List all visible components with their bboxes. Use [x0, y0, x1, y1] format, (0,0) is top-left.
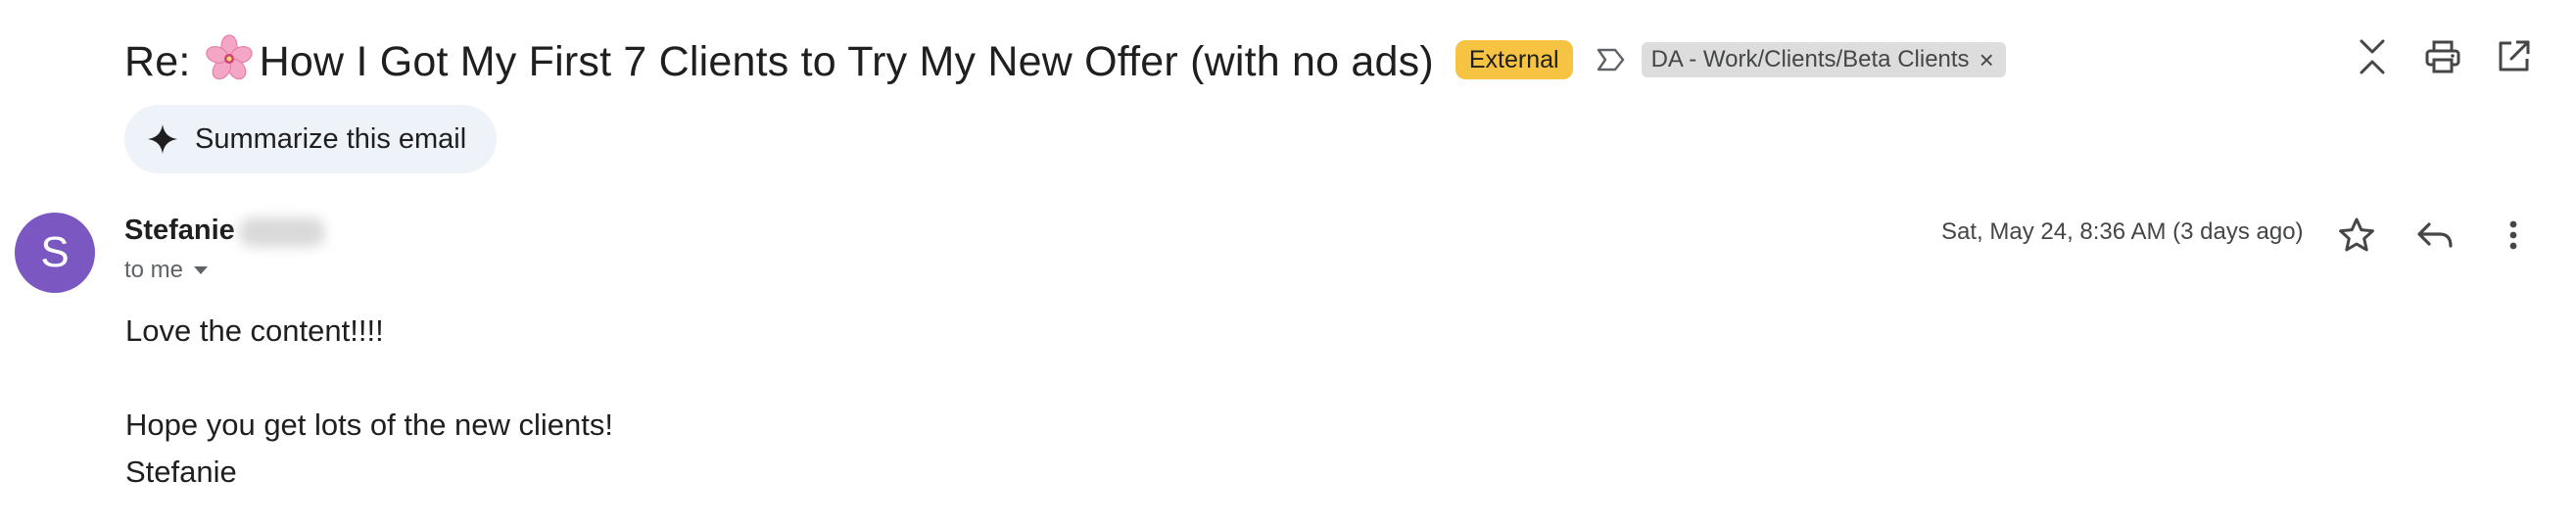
sparkle-icon — [148, 124, 177, 154]
open-in-new-window-button[interactable] — [2494, 37, 2533, 76]
external-badge: External — [1455, 40, 1573, 79]
recipient-details-toggle[interactable]: to me — [124, 257, 209, 284]
sender-name[interactable]: Stefanie — [124, 215, 235, 247]
label-chip-text: DA - Work/Clients/Beta Clients — [1650, 46, 1970, 72]
recipient-label: to me — [124, 257, 184, 283]
label-arrow-icon[interactable] — [1595, 45, 1628, 74]
chevron-down-icon — [194, 266, 209, 274]
body-line: Hope you get lots of the new clients! — [125, 408, 614, 442]
avatar[interactable]: S — [15, 213, 95, 293]
print-button[interactable] — [2423, 37, 2462, 76]
summarize-email-button[interactable]: Summarize this email — [124, 105, 497, 173]
open-in-new-window-icon — [2499, 40, 2530, 72]
email-subject: Re: How I Got My First 7 Clients to Try … — [124, 33, 1434, 86]
email-date: Sat, May 24, 8:36 AM (3 days ago) — [1941, 218, 2304, 245]
star-button[interactable] — [2335, 214, 2378, 257]
more-options-button[interactable] — [2492, 214, 2535, 257]
reply-icon — [2417, 222, 2453, 248]
more-vertical-icon — [2509, 220, 2517, 250]
star-icon — [2339, 217, 2374, 252]
sender-surname-redacted — [239, 217, 325, 247]
collapse-all-button[interactable] — [2353, 37, 2392, 76]
label-remove-button[interactable]: × — [1980, 42, 1994, 77]
collapse-all-icon — [2360, 39, 2385, 74]
print-icon — [2425, 40, 2460, 73]
summarize-label: Summarize this email — [195, 122, 467, 155]
label-chip[interactable]: DA - Work/Clients/Beta Clients × — [1641, 42, 2006, 77]
reply-button[interactable] — [2413, 214, 2457, 257]
subject-row: Re: How I Got My First 7 Clients to Try … — [124, 29, 2006, 90]
subject-prefix: Re: — [124, 37, 191, 85]
body-line: Love the content!!!! — [125, 313, 384, 348]
subject-text: How I Got My First 7 Clients to Try My N… — [259, 37, 1434, 85]
cherry-blossom-icon — [205, 33, 253, 79]
body-signature: Stefanie — [125, 455, 237, 489]
